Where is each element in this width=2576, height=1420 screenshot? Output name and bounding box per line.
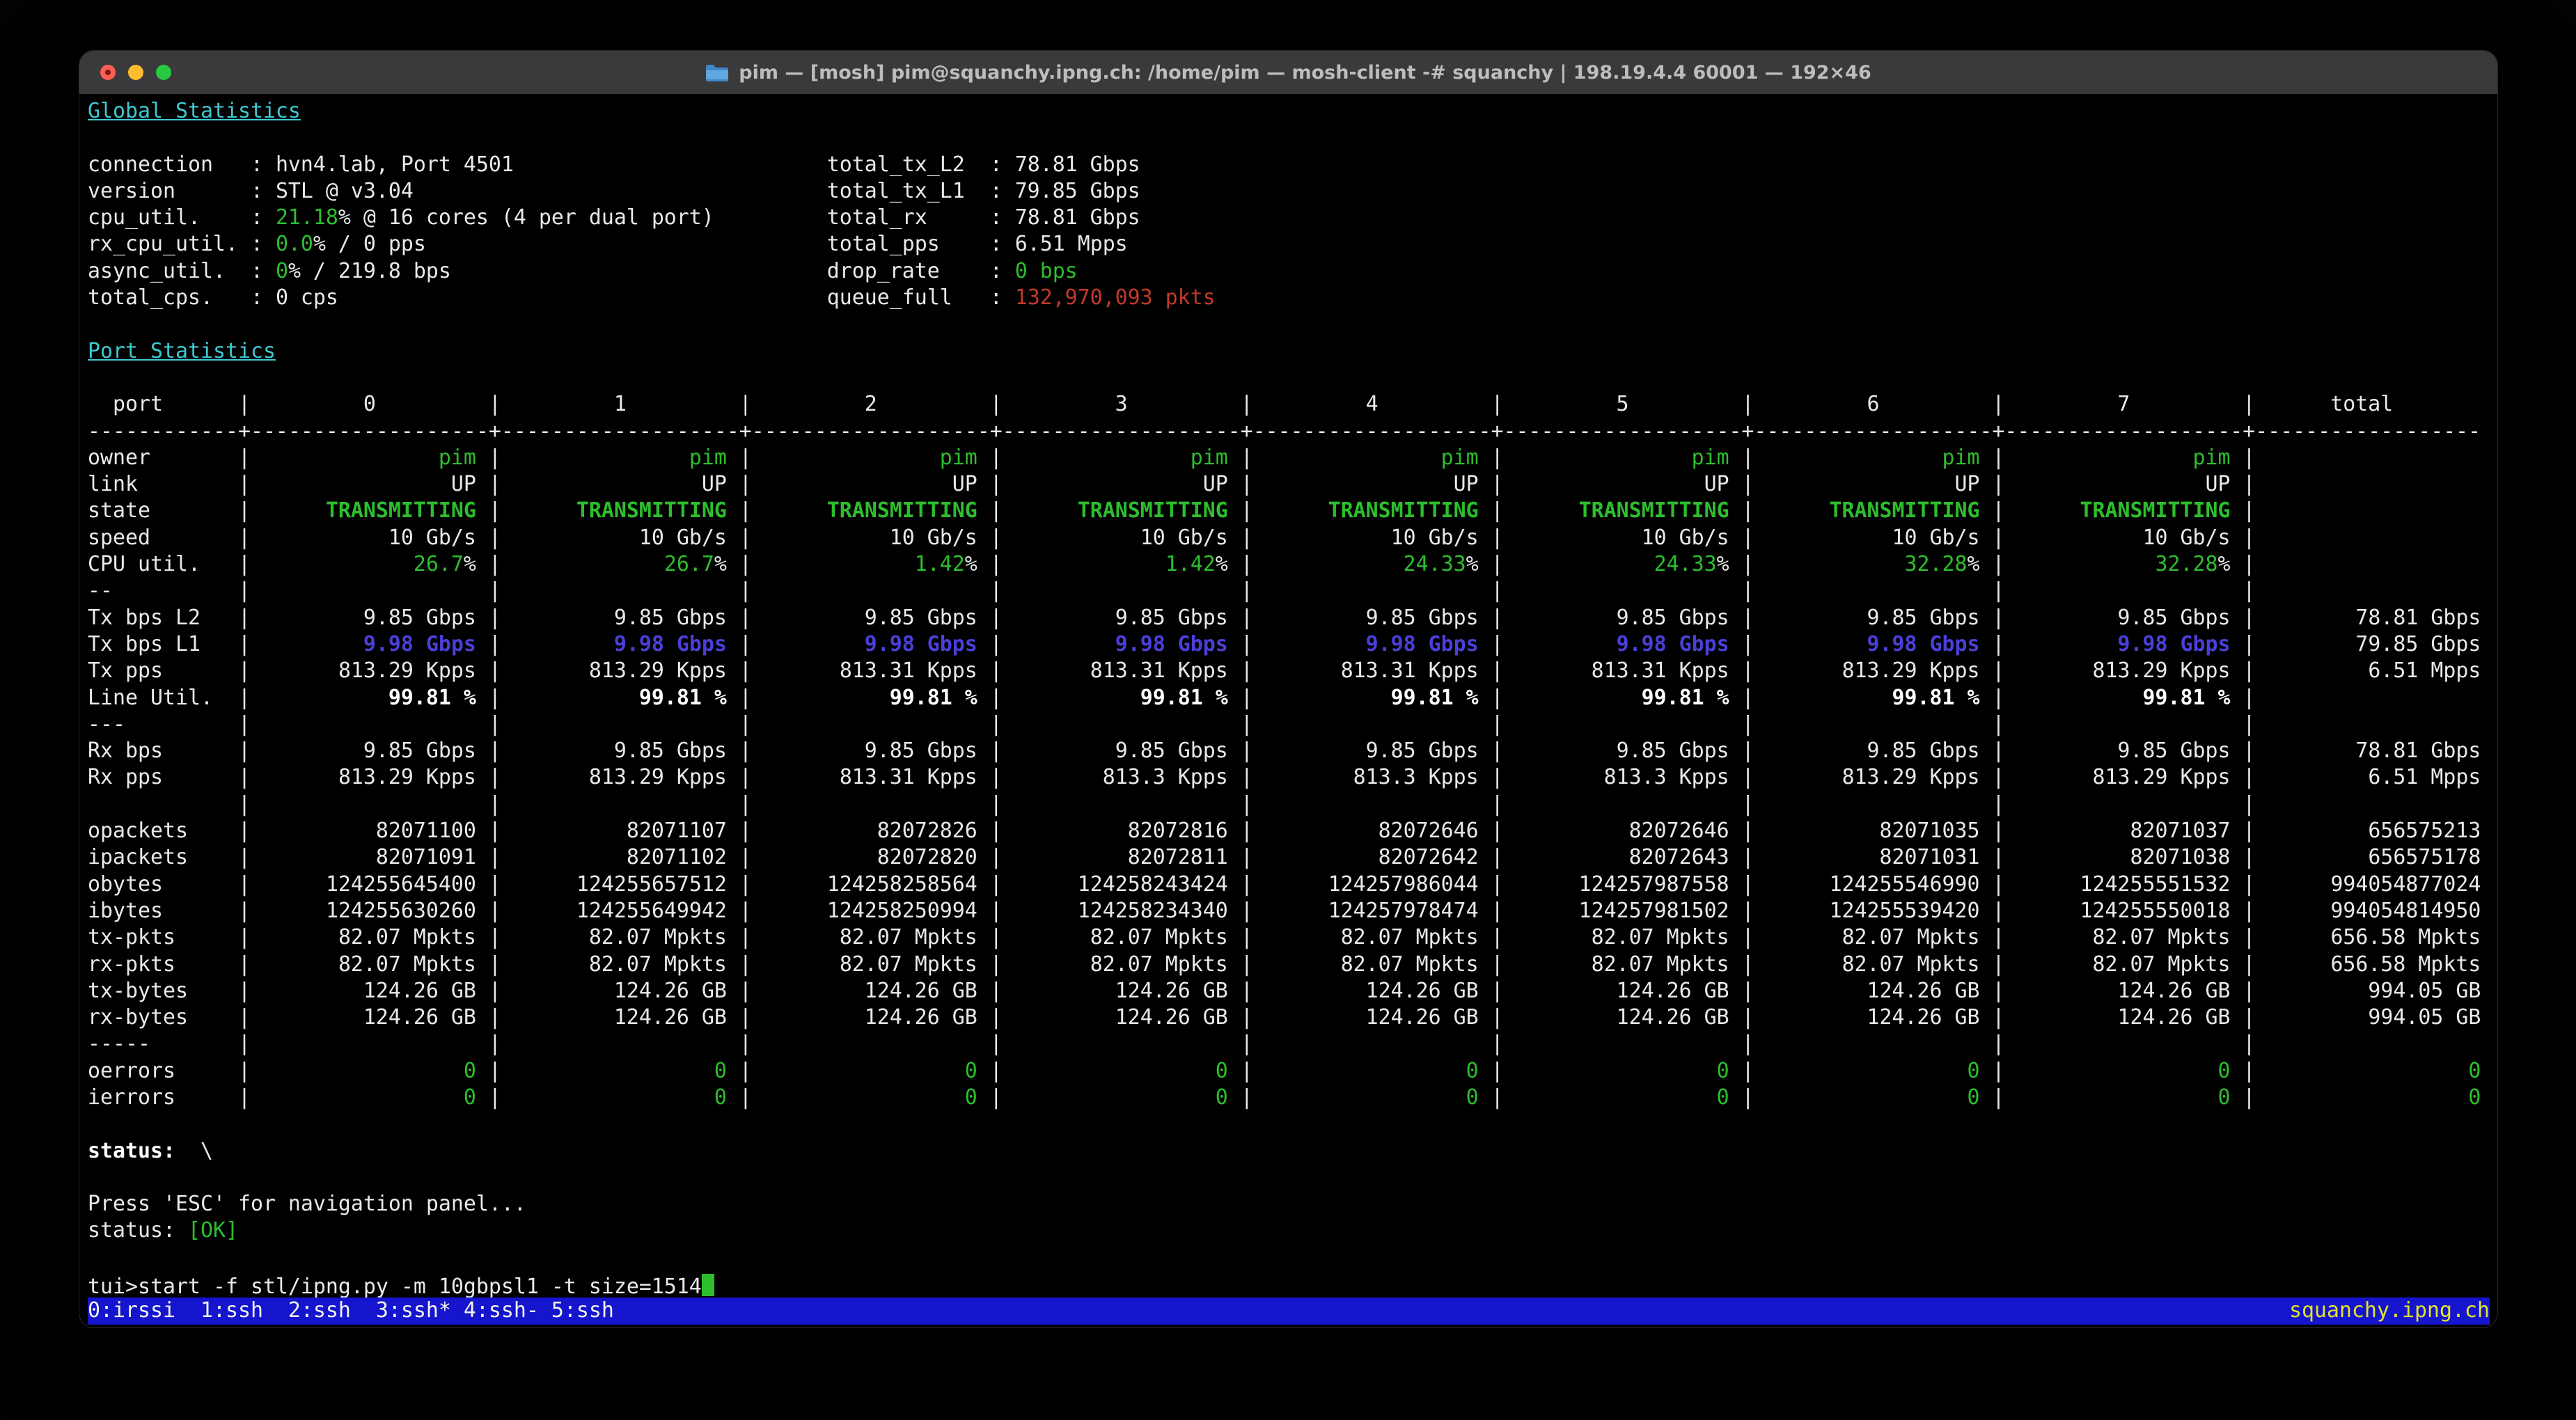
table-row: Tx pps | 813.29 Kpps | 813.29 Kpps | 813… bbox=[88, 658, 2497, 684]
terminal-window: pim — [mosh] pim@squanchy.ipng.ch: /home… bbox=[79, 50, 2498, 1328]
blank-line bbox=[88, 365, 2497, 391]
table-row: Line Util. | 99.81 % | 99.81 % | 99.81 %… bbox=[88, 685, 2497, 711]
blank-line bbox=[88, 1165, 2497, 1191]
table-row: state | TRANSMITTING | TRANSMITTING | TR… bbox=[88, 498, 2497, 524]
terminal-cursor bbox=[702, 1274, 714, 1296]
desktop: pim — [mosh] pim@squanchy.ipng.ch: /home… bbox=[0, 0, 2576, 1420]
global-stats-line: async_util. : 0% / 219.8 bps drop_rate :… bbox=[88, 258, 2497, 285]
table-row: -- | | | | | | | | | bbox=[88, 578, 2497, 604]
blank-line bbox=[88, 125, 2497, 151]
table-row: Tx bps L2 | 9.85 Gbps | 9.85 Gbps | 9.85… bbox=[88, 605, 2497, 631]
table-row: obytes | 124255645400 | 124255657512 | 1… bbox=[88, 871, 2497, 898]
blank-line bbox=[88, 1245, 2497, 1271]
global-stats-line: version : STL @ v3.04 total_tx_L1 : 79.8… bbox=[88, 178, 2497, 205]
table-row: tx-pkts | 82.07 Mpkts | 82.07 Mpkts | 82… bbox=[88, 924, 2497, 951]
global-stats-line: connection : hvn4.lab, Port 4501 total_t… bbox=[88, 152, 2497, 178]
blank-line bbox=[88, 1111, 2497, 1137]
table-row: owner | pim | pim | pim | pim | pim | pi… bbox=[88, 445, 2497, 471]
table-row: tx-bytes | 124.26 GB | 124.26 GB | 124.2… bbox=[88, 978, 2497, 1004]
esc-hint-line: Press 'ESC' for navigation panel... bbox=[88, 1191, 2497, 1217]
table-row: Rx pps | 813.29 Kpps | 813.29 Kpps | 813… bbox=[88, 764, 2497, 791]
table-row: link | UP | UP | UP | UP | UP | UP | UP … bbox=[88, 471, 2497, 498]
table-row: rx-bytes | 124.26 GB | 124.26 GB | 124.2… bbox=[88, 1004, 2497, 1031]
screen-windows-list: 0:irssi 1:ssh 2:ssh 3:ssh* 4:ssh- 5:ssh bbox=[88, 1297, 614, 1324]
table-row: Tx bps L1 | 9.98 Gbps | 9.98 Gbps | 9.98… bbox=[88, 631, 2497, 658]
table-header-row: port | 0 | 1 | 2 | 3 | 4 | 5 | 6 | 7 | t… bbox=[88, 391, 2497, 418]
port-statistics-heading: Port Statistics bbox=[88, 339, 276, 363]
close-button[interactable] bbox=[100, 65, 116, 80]
table-row: Rx bps | 9.85 Gbps | 9.85 Gbps | 9.85 Gb… bbox=[88, 738, 2497, 764]
prompt-line[interactable]: tui>start -f stl/ipng.py -m 10gbpsl1 -t … bbox=[88, 1271, 2497, 1297]
global-statistics-heading: Global Statistics bbox=[88, 99, 301, 123]
table-row: ierrors | 0 | 0 | 0 | 0 | 0 | 0 | 0 | 0 … bbox=[88, 1084, 2497, 1111]
window-title: pim — [mosh] pim@squanchy.ipng.ch: /home… bbox=[705, 62, 1871, 84]
port-statistics-table: port | 0 | 1 | 2 | 3 | 4 | 5 | 6 | 7 | t… bbox=[88, 391, 2497, 1111]
table-row: ipackets | 82071091 | 82071102 | 8207282… bbox=[88, 844, 2497, 871]
minimize-button[interactable] bbox=[128, 65, 143, 80]
table-separator: ------------+-------------------+-------… bbox=[88, 418, 2497, 445]
terminal-screen[interactable]: Global Statistics connection : hvn4.lab,… bbox=[79, 94, 2497, 1325]
titlebar[interactable]: pim — [mosh] pim@squanchy.ipng.ch: /home… bbox=[79, 51, 2497, 94]
global-statistics-block: connection : hvn4.lab, Port 4501 total_t… bbox=[88, 152, 2497, 312]
folder-icon bbox=[705, 63, 729, 82]
screen-status-bar: 0:irssi 1:ssh 2:ssh 3:ssh* 4:ssh- 5:ssh … bbox=[88, 1297, 2490, 1324]
table-row: ibytes | 124255630260 | 124255649942 | 1… bbox=[88, 898, 2497, 924]
global-stats-line: rx_cpu_util. : 0.0% / 0 pps total_pps : … bbox=[88, 231, 2497, 258]
global-stats-line: cpu_util. : 21.18% @ 16 cores (4 per dua… bbox=[88, 205, 2497, 231]
status-ok-line: status: [OK] bbox=[88, 1217, 2497, 1244]
hostname: squanchy.ipng.ch bbox=[2289, 1297, 2490, 1324]
window-title-text: pim — [mosh] pim@squanchy.ipng.ch: /home… bbox=[739, 62, 1871, 84]
esc-hint-text: Press 'ESC' for navigation panel... bbox=[88, 1192, 526, 1216]
table-row: | | | | | | | | | bbox=[88, 791, 2497, 818]
global-stats-line: total_cps. : 0 cps queue_full : 132,970,… bbox=[88, 285, 2497, 311]
table-row: CPU util. | 26.7% | 26.7% | 1.42% | 1.42… bbox=[88, 551, 2497, 578]
table-row: rx-pkts | 82.07 Mpkts | 82.07 Mpkts | 82… bbox=[88, 952, 2497, 978]
table-row: ----- | | | | | | | | | bbox=[88, 1031, 2497, 1057]
table-row: opackets | 82071100 | 82071107 | 8207282… bbox=[88, 818, 2497, 844]
table-row: --- | | | | | | | | | bbox=[88, 711, 2497, 738]
table-row: speed | 10 Gb/s | 10 Gb/s | 10 Gb/s | 10… bbox=[88, 525, 2497, 551]
zoom-button[interactable] bbox=[156, 65, 171, 80]
status-spinner-line: status: \ bbox=[88, 1138, 2497, 1165]
blank-line bbox=[88, 311, 2497, 338]
port-statistics-heading-line: Port Statistics bbox=[88, 338, 2497, 365]
global-statistics-heading-line: Global Statistics bbox=[88, 98, 2497, 125]
table-row: oerrors | 0 | 0 | 0 | 0 | 0 | 0 | 0 | 0 … bbox=[88, 1058, 2497, 1084]
traffic-lights bbox=[100, 51, 171, 94]
